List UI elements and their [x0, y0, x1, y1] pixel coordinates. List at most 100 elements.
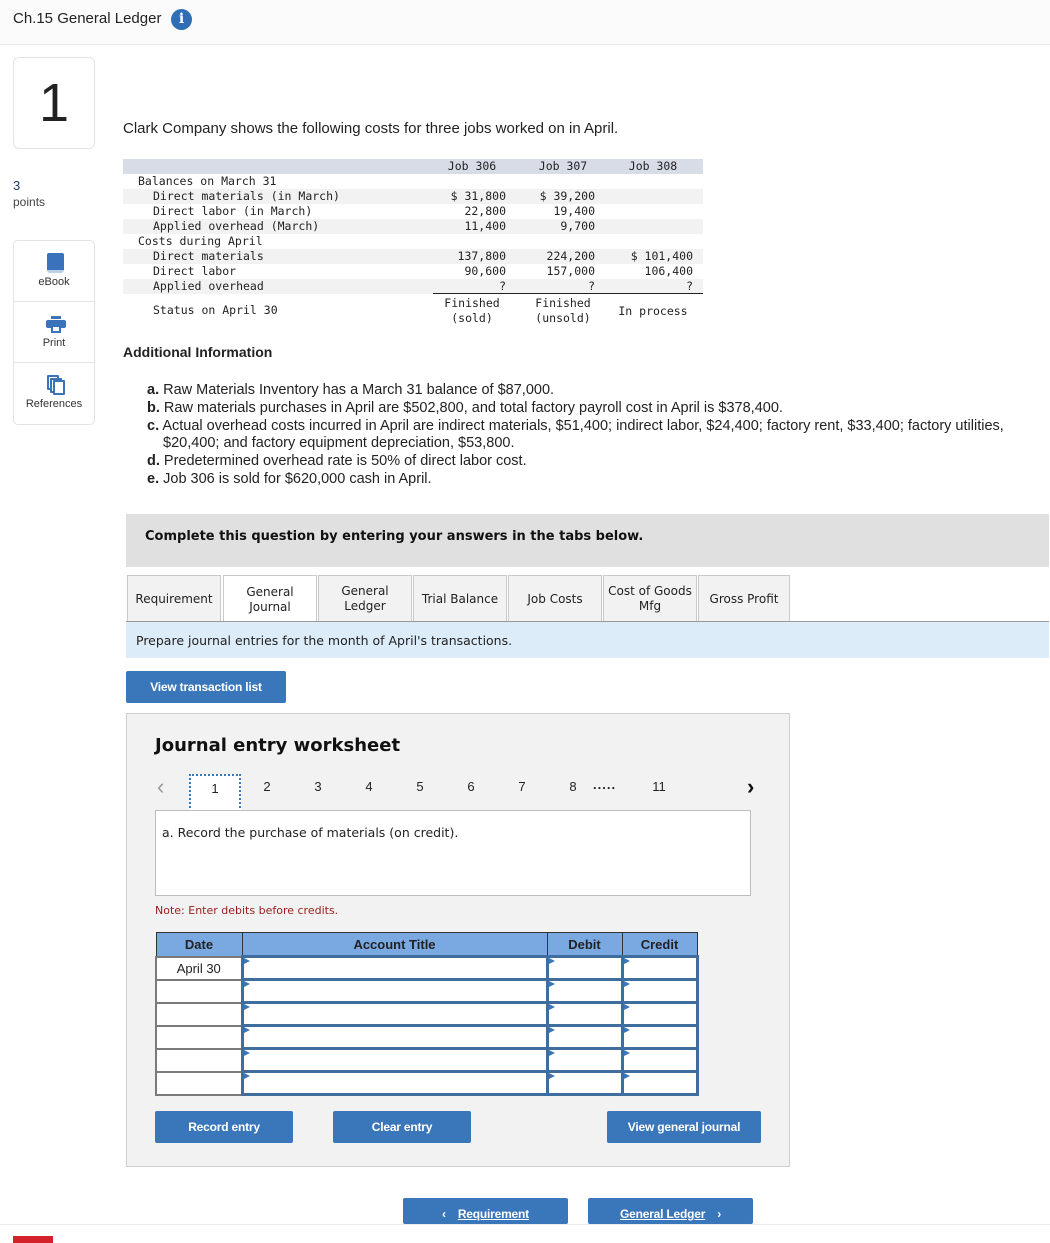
table-row: Direct materials (in March) $ 31,800 $ 39,…	[123, 189, 703, 204]
view-general-journal-button[interactable]: View general journal	[607, 1111, 761, 1143]
problem-intro: Clark Company shows the following costs …	[123, 120, 619, 137]
table-header-row: Job 306 Job 307 Job 308	[123, 159, 703, 174]
tab-trial-balance[interactable]: Trial Balance	[413, 575, 507, 622]
view-transaction-list-button[interactable]: View transaction list	[126, 671, 286, 703]
page-7[interactable]: 7	[512, 779, 532, 794]
side-tools: eBook Print References	[13, 240, 95, 425]
row-label: Direct materials (in March)	[153, 189, 340, 203]
tab-requirement[interactable]: Requirement	[127, 575, 221, 622]
debit-input[interactable]	[548, 1004, 621, 1024]
print-button[interactable]: Print	[14, 302, 94, 363]
cell-job-307: ?	[588, 279, 595, 293]
debit-cell	[545, 955, 624, 981]
debit-input[interactable]	[548, 1027, 621, 1047]
cell-job-308: $ 101,400	[630, 249, 693, 263]
info-item-d: d. Predetermined overhead rate is 50% of…	[147, 453, 527, 470]
entry-prompt: a. Record the purchase of materials (on …	[162, 825, 459, 840]
cell-job-306: 11,400	[464, 219, 506, 233]
info-item-c: c. Actual overhead costs incurred in Apr…	[147, 417, 1004, 452]
debit-input[interactable]	[548, 981, 621, 1001]
account-title-input[interactable]	[243, 1004, 546, 1024]
debit-input[interactable]	[548, 1073, 621, 1093]
cell-job-308: 106,400	[644, 264, 693, 278]
tab-general-ledger[interactable]: General Ledger	[318, 575, 412, 622]
references-button[interactable]: References	[14, 363, 94, 424]
instruction-text: Prepare journal entries for the month of…	[136, 633, 513, 648]
debit-cell	[545, 978, 624, 1004]
journal-entry-table: Date Account Title Debit Credit April 30	[155, 932, 699, 1096]
credit-input[interactable]	[623, 1027, 696, 1047]
next-general-ledger-button[interactable]: General Ledger ›	[588, 1198, 753, 1224]
journal-row	[155, 1001, 699, 1027]
chevron-left-icon[interactable]: ‹	[157, 774, 164, 800]
ebook-button[interactable]: eBook	[14, 241, 94, 302]
account-title-input[interactable]	[243, 1027, 546, 1047]
date-cell: April 30	[155, 955, 243, 981]
debit-input[interactable]	[548, 958, 621, 978]
credit-input[interactable]	[623, 981, 696, 1001]
tab-general-journal[interactable]: General Journal	[223, 575, 317, 623]
page-1[interactable]: 1	[189, 774, 241, 812]
clear-entry-button[interactable]: Clear entry	[333, 1111, 471, 1143]
tab-gross-profit[interactable]: Gross Profit	[698, 575, 790, 622]
account-title-input[interactable]	[243, 1050, 546, 1070]
tab-cost-of-goods-mfg[interactable]: Cost of Goods Mfg	[603, 575, 697, 622]
points-label: points	[13, 195, 46, 209]
assignment-title: Ch.15 General Ledger	[13, 10, 162, 27]
col-credit: Credit	[621, 932, 698, 957]
credit-cell	[620, 1001, 699, 1027]
tab-job-costs[interactable]: Job Costs	[508, 575, 602, 622]
cell-job-306: ?	[499, 279, 506, 293]
cell-job-306: 137,800	[457, 249, 506, 263]
cell-job-308: ?	[686, 279, 693, 293]
credit-cell	[620, 1047, 699, 1073]
prev-requirement-button[interactable]: ‹ Requirement	[403, 1198, 568, 1224]
account-title-input[interactable]	[243, 958, 546, 978]
cell-job-306: $ 31,800	[450, 189, 506, 203]
status-job-307: Finished (unsold)	[535, 296, 591, 325]
documents-icon	[47, 375, 65, 395]
col-debit: Debit	[546, 932, 623, 957]
account-title-input[interactable]	[243, 981, 546, 1001]
page-5[interactable]: 5	[410, 779, 430, 794]
credit-cell	[620, 1024, 699, 1050]
debit-cell	[545, 1047, 624, 1073]
credit-input[interactable]	[623, 1050, 696, 1070]
record-entry-button[interactable]: Record entry	[155, 1111, 293, 1143]
info-icon[interactable]: i	[171, 9, 192, 30]
header-job-307: Job 307	[538, 159, 588, 173]
col-account-title: Account Title	[241, 932, 548, 957]
row-label: Applied overhead	[153, 279, 264, 293]
page-4[interactable]: 4	[359, 779, 379, 794]
page-8[interactable]: 8	[563, 779, 583, 794]
journal-entry-worksheet: Journal entry worksheet ‹ 1 2 3 4 5 6 7 …	[126, 713, 790, 1167]
page-6[interactable]: 6	[461, 779, 481, 794]
journal-row: April 30	[155, 955, 699, 981]
date-cell	[155, 1070, 243, 1096]
credit-input[interactable]	[623, 958, 696, 978]
journal-row	[155, 1024, 699, 1050]
chevron-right-icon[interactable]: ›	[747, 774, 754, 800]
chevron-left-icon: ‹	[442, 1207, 446, 1221]
page-11[interactable]: 11	[649, 779, 669, 794]
journal-row	[155, 978, 699, 1004]
debit-cell	[545, 1070, 624, 1096]
page-3[interactable]: 3	[308, 779, 328, 794]
credit-input[interactable]	[623, 1004, 696, 1024]
date-cell	[155, 1024, 243, 1050]
row-label: Applied overhead (March)	[153, 219, 320, 233]
debit-input[interactable]	[548, 1050, 621, 1070]
account-cell	[240, 1001, 549, 1027]
entry-pager: ‹ 1 2 3 4 5 6 7 8 ..... 11 ›	[127, 774, 791, 812]
credit-cell	[620, 1070, 699, 1096]
status-job-306: Finished (sold)	[444, 296, 500, 325]
credit-input[interactable]	[623, 1073, 696, 1093]
page-2[interactable]: 2	[257, 779, 277, 794]
row-label: Balances on March 31	[138, 174, 277, 188]
complete-banner-text: Complete this question by entering your …	[145, 529, 644, 544]
top-bar: Ch.15 General Ledger i	[0, 0, 1050, 45]
account-cell	[240, 1070, 549, 1096]
total-rule	[433, 293, 703, 294]
account-title-input[interactable]	[243, 1073, 546, 1093]
row-label: Direct labor	[153, 264, 237, 278]
